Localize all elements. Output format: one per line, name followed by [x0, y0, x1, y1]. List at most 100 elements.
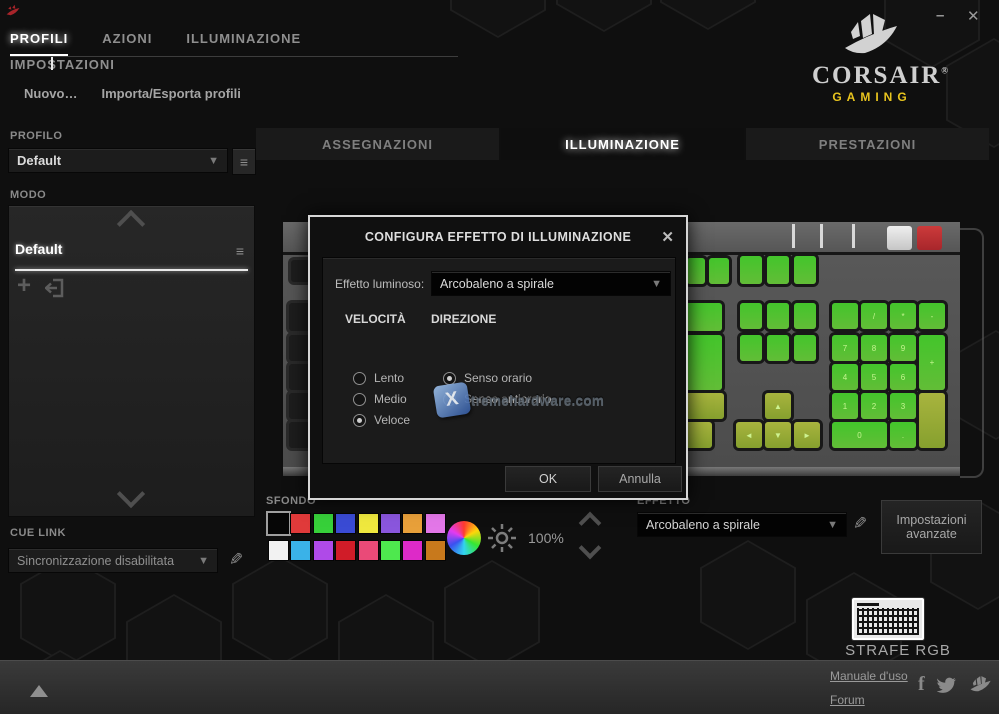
- keyboard-key[interactable]: [687, 258, 705, 284]
- cue-link-label: CUE LINK: [10, 527, 66, 539]
- keyboard-key[interactable]: ►: [794, 422, 820, 448]
- nav-item-profili[interactable]: PROFILI: [10, 31, 68, 56]
- brightness-down-button[interactable]: [582, 540, 598, 561]
- color-swatch[interactable]: [402, 540, 423, 561]
- social-icons: f: [918, 673, 993, 696]
- profile-dropdown[interactable]: Default ▼: [8, 148, 228, 173]
- keyboard-key[interactable]: 7: [832, 335, 858, 361]
- facebook-icon[interactable]: f: [918, 673, 925, 696]
- keyboard-key[interactable]: [767, 335, 789, 361]
- profile-menu-button[interactable]: ≡: [232, 148, 256, 175]
- color-swatch[interactable]: [425, 540, 446, 561]
- ok-button[interactable]: OK: [505, 466, 591, 492]
- nav-item-azioni[interactable]: AZIONI: [102, 31, 152, 54]
- keyboard-key[interactable]: ▼: [765, 422, 791, 448]
- color-swatch[interactable]: [358, 513, 379, 534]
- keyboard-key[interactable]: 0: [832, 422, 887, 448]
- keyboard-key[interactable]: [794, 303, 816, 329]
- color-swatch[interactable]: [313, 513, 334, 534]
- import-mode-button[interactable]: [45, 278, 65, 298]
- color-swatch[interactable]: [290, 513, 311, 534]
- winlock-key[interactable]: [917, 226, 942, 250]
- close-button[interactable]: ✕: [967, 9, 980, 24]
- color-swatch[interactable]: [335, 540, 356, 561]
- keyboard-key[interactable]: ◄: [736, 422, 762, 448]
- color-swatch[interactable]: [335, 513, 356, 534]
- effect-dropdown[interactable]: Arcobaleno a spirale ▼: [637, 512, 847, 537]
- radio-label: Senso orario: [464, 371, 532, 385]
- keyboard-key[interactable]: [740, 335, 762, 361]
- keyboard-key[interactable]: 5: [861, 364, 887, 390]
- scroll-down-button[interactable]: [121, 484, 141, 509]
- footer-link-forum[interactable]: Forum: [830, 693, 908, 707]
- hamburger-icon[interactable]: ≡: [236, 243, 244, 259]
- tab-assegnazioni[interactable]: ASSEGNAZIONI: [256, 128, 499, 160]
- keyboard-key[interactable]: 8: [861, 335, 887, 361]
- keyboard-key[interactable]: [767, 256, 789, 284]
- keyboard-key[interactable]: 1: [832, 393, 858, 419]
- minimize-button[interactable]: –: [936, 8, 944, 23]
- brightness-icon[interactable]: [486, 522, 518, 554]
- keyboard-key[interactable]: [794, 335, 816, 361]
- color-swatch[interactable]: [380, 513, 401, 534]
- radio-option-veloce[interactable]: Veloce: [353, 413, 410, 427]
- keyboard-key[interactable]: 6: [890, 364, 916, 390]
- corsair-icon[interactable]: [969, 675, 993, 695]
- mode-section-label: MODO: [10, 189, 46, 201]
- keyboard-key[interactable]: 3: [890, 393, 916, 419]
- brightness-key[interactable]: [887, 226, 912, 250]
- keyboard-key[interactable]: ▲: [765, 393, 791, 419]
- keyboard-key[interactable]: -: [919, 303, 945, 329]
- nav-item-illuminazione[interactable]: ILLUMINAZIONE: [186, 31, 301, 54]
- add-mode-button[interactable]: +: [17, 272, 31, 300]
- mode-list-item[interactable]: Default≡: [15, 241, 248, 271]
- collapse-panel-button[interactable]: [30, 685, 48, 697]
- keyboard-key[interactable]: [709, 258, 729, 284]
- keyboard-key[interactable]: [794, 256, 816, 284]
- footer-link-manuale-d-uso[interactable]: Manuale d'uso: [830, 669, 908, 683]
- color-swatch[interactable]: [358, 540, 379, 561]
- dialog-close-icon[interactable]: ✕: [661, 228, 674, 246]
- new-profile-button[interactable]: Nuovo…: [24, 86, 77, 101]
- radio-option-senso-orario[interactable]: Senso orario: [443, 371, 532, 385]
- keyboard-key[interactable]: 4: [832, 364, 858, 390]
- color-wheel[interactable]: [447, 521, 481, 555]
- footer-bar: Manuale d'uso Forum f: [0, 660, 999, 714]
- color-swatch[interactable]: [268, 540, 289, 561]
- color-swatch[interactable]: [268, 513, 289, 534]
- color-swatch[interactable]: [425, 513, 446, 534]
- keyboard-key[interactable]: [832, 303, 858, 329]
- radio-option-medio[interactable]: Medio: [353, 392, 407, 406]
- import-export-button[interactable]: Importa/Esporta profili: [101, 86, 240, 101]
- keyboard-key[interactable]: /: [861, 303, 887, 329]
- tab-prestazioni[interactable]: PRESTAZIONI: [746, 128, 989, 160]
- advanced-settings-button[interactable]: Impostazioni avanzate: [881, 500, 982, 554]
- radio-option-lento[interactable]: Lento: [353, 371, 404, 385]
- color-swatch[interactable]: [290, 540, 311, 561]
- twitter-icon[interactable]: [937, 677, 957, 693]
- cue-link-edit-icon[interactable]: ✎: [229, 550, 243, 570]
- keyboard-key[interactable]: [919, 393, 945, 448]
- keyboard-key[interactable]: [767, 303, 789, 329]
- keyboard-key[interactable]: [740, 256, 762, 284]
- color-swatch[interactable]: [402, 513, 423, 534]
- scroll-up-button[interactable]: [121, 214, 141, 239]
- effect-edit-icon[interactable]: ✎: [853, 514, 867, 534]
- dialog-effect-dropdown[interactable]: Arcobaleno a spirale ▼: [431, 271, 671, 296]
- keyboard-key[interactable]: +: [919, 335, 945, 390]
- keyboard-key[interactable]: *: [890, 303, 916, 329]
- tab-illuminazione[interactable]: ILLUMINAZIONE: [501, 128, 744, 160]
- cancel-button[interactable]: Annulla: [598, 466, 682, 492]
- color-swatch[interactable]: [380, 540, 401, 561]
- keyboard-key[interactable]: .: [890, 422, 916, 448]
- keyboard-key[interactable]: 2: [861, 393, 887, 419]
- keyboard-key[interactable]: [740, 303, 762, 329]
- keyboard-key[interactable]: 9: [890, 335, 916, 361]
- cue-link-value: Sincronizzazione disabilitata: [17, 554, 192, 568]
- configure-lighting-effect-dialog: CONFIGURA EFFETTO DI ILLUMINAZIONE ✕ Eff…: [308, 215, 688, 500]
- color-swatch[interactable]: [313, 540, 334, 561]
- cue-link-dropdown[interactable]: Sincronizzazione disabilitata ▼: [8, 548, 218, 573]
- nav-item-impostazioni[interactable]: IMPOSTAZIONI: [10, 57, 115, 80]
- brightness-up-button[interactable]: [582, 515, 598, 536]
- radio-option-senso-antiorario[interactable]: Senso antiorario: [443, 392, 551, 406]
